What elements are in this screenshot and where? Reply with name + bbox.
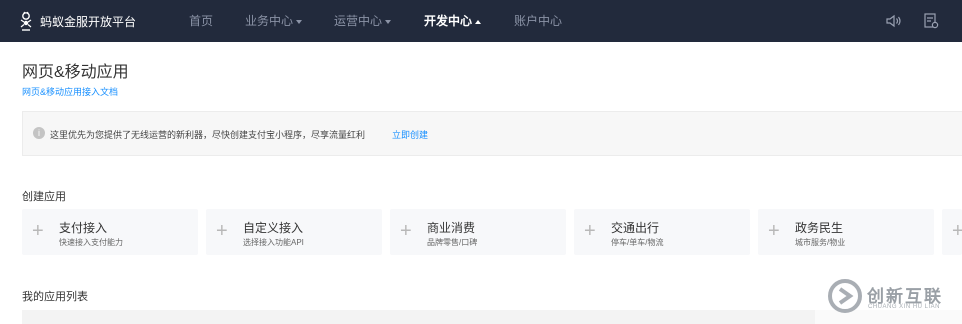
plus-icon: + — [32, 220, 44, 242]
watermark-subtext: CHUANG XIN HU LIAN — [868, 304, 941, 310]
plus-icon: + — [400, 220, 412, 242]
nav-item-label: 业务中心 — [245, 14, 294, 28]
card-subtitle: 快速接入支付能力 — [59, 238, 123, 247]
card-title: 商业消费 — [427, 221, 476, 235]
card-subtitle: 停车/单车/物流 — [611, 238, 664, 247]
ant-logo-icon — [20, 11, 32, 31]
my-apps-title: 我的应用列表 — [22, 291, 88, 303]
card-commerce[interactable]: + 商业消费 品牌零售/口碑 — [390, 209, 566, 255]
card-title: 政务民生 — [795, 221, 844, 235]
nav-item-account-center[interactable]: 账户中心 — [514, 0, 562, 42]
create-app-title: 创建应用 — [22, 191, 66, 203]
caret-up-icon — [475, 19, 482, 24]
brand[interactable]: 蚂蚁金服开放平台 — [18, 0, 136, 42]
speaker-icon[interactable] — [885, 12, 903, 30]
info-icon: i — [33, 127, 45, 139]
integration-docs-link[interactable]: 网页&移动应用接入文档 — [22, 85, 118, 98]
watermark-logo-icon — [828, 279, 862, 313]
plus-icon: + — [216, 220, 228, 242]
card-payment-integration[interactable]: + 支付接入 快速接入支付能力 — [22, 209, 198, 255]
card-custom-integration[interactable]: + 自定义接入 选择接入功能API — [206, 209, 382, 255]
plus-icon: + — [952, 220, 962, 242]
brand-name: 蚂蚁金服开放平台 — [40, 14, 137, 29]
create-now-link[interactable]: 立即创建 — [392, 128, 428, 141]
card-transportation[interactable]: + 交通出行 停车/单车/物流 — [574, 209, 750, 255]
card-title: 支付接入 — [59, 221, 108, 235]
document-icon[interactable] — [922, 12, 940, 30]
watermark: 创新互联 CHUANG XIN HU LIAN — [815, 268, 962, 324]
nav-item-label: 首页 — [189, 14, 214, 28]
notice-text: 这里优先为您提供了无线运营的新利器，尽快创建支付宝小程序，尽享流量红利 — [50, 130, 366, 140]
page-title: 网页&移动应用 — [22, 64, 129, 81]
caret-down-icon — [296, 19, 303, 24]
nav-item-label: 运营中心 — [334, 14, 383, 28]
notice-bar: i 这里优先为您提供了无线运营的新利器，尽快创建支付宝小程序，尽享流量红利 立即… — [22, 111, 962, 156]
card-subtitle: 城市服务/物业 — [795, 238, 846, 247]
card-partial-next[interactable]: + — [942, 209, 962, 255]
card-subtitle: 选择接入功能API — [243, 238, 304, 247]
nav-item-home[interactable]: 首页 — [189, 0, 213, 42]
plus-icon: + — [768, 220, 780, 242]
card-title: 自定义接入 — [243, 221, 304, 235]
card-subtitle: 品牌零售/口碑 — [427, 238, 478, 247]
top-nav-bar: 蚂蚁金服开放平台 首页 业务中心 运营中心 开发中心 账户中心 — [0, 0, 962, 42]
nav-item-operations-center[interactable]: 运营中心 — [334, 0, 392, 42]
nav-item-label: 开发中心 — [424, 14, 473, 28]
nav-item-business-center[interactable]: 业务中心 — [245, 0, 303, 42]
nav-item-label: 账户中心 — [514, 14, 563, 28]
card-government-services[interactable]: + 政务民生 城市服务/物业 — [758, 209, 934, 255]
card-title: 交通出行 — [611, 221, 660, 235]
plus-icon: + — [584, 220, 596, 242]
caret-down-icon — [385, 19, 392, 24]
nav-item-developer-center[interactable]: 开发中心 — [424, 0, 482, 42]
